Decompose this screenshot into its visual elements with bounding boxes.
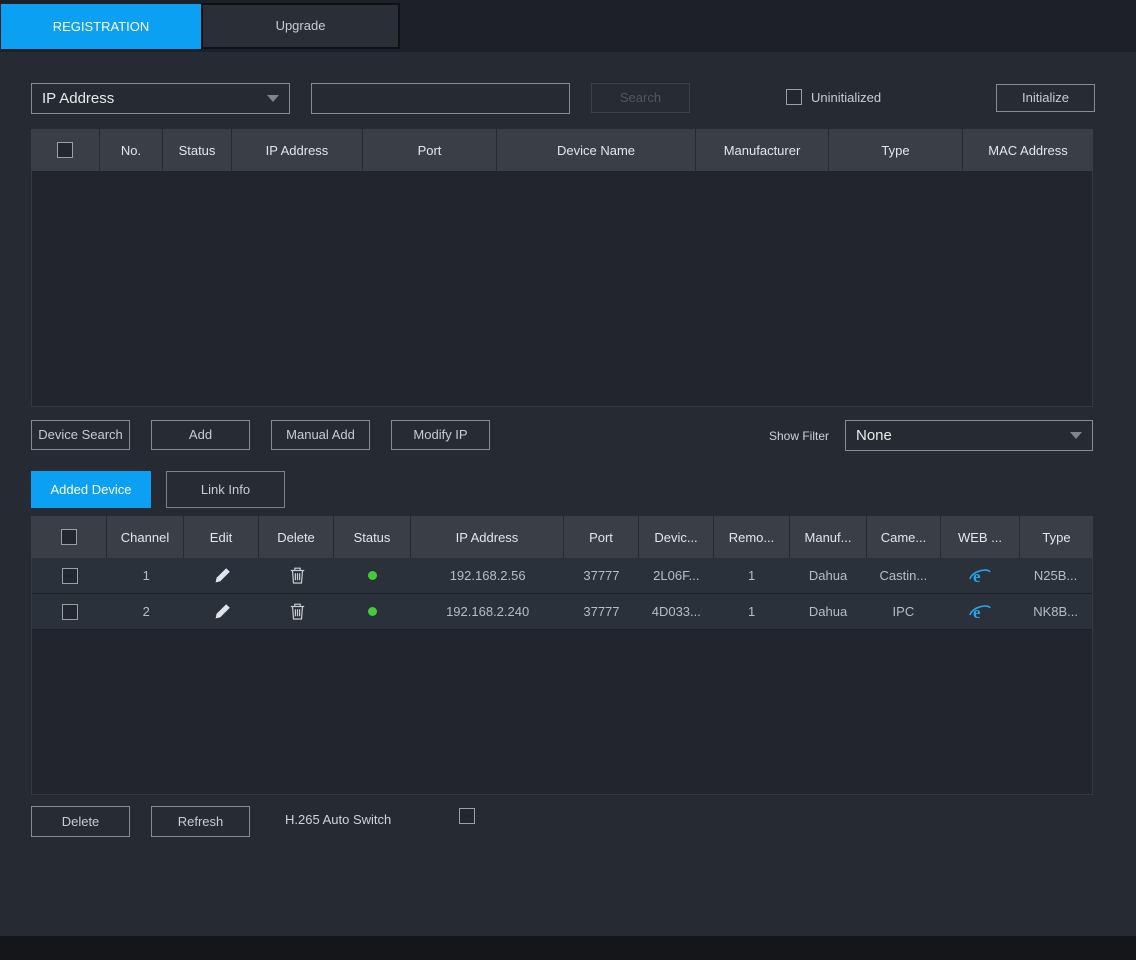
- cell-manufacturer: Dahua: [790, 604, 867, 619]
- col-type2: Type: [1020, 516, 1093, 558]
- search-type-value: IP Address: [42, 90, 114, 107]
- svg-text:e: e: [973, 567, 981, 586]
- device-table-body-empty: [31, 171, 1093, 407]
- trash-icon: [290, 567, 305, 584]
- tab-link-info[interactable]: Link Info: [166, 471, 285, 508]
- table-row: 1 192.168.2.56 37777 2L06F... 1 Dahua Ca…: [32, 558, 1092, 594]
- col-ip-address: IP Address: [232, 129, 363, 171]
- cell-port: 37777: [564, 568, 639, 583]
- tab-added-device[interactable]: Added Device: [31, 471, 151, 508]
- bottom-edge-strip: [0, 936, 1136, 960]
- uninitialized-checkbox[interactable]: [786, 89, 802, 105]
- device-table-header: No. Status IP Address Port Device Name M…: [31, 129, 1093, 171]
- cell-type: N25B...: [1019, 568, 1092, 583]
- col-channel: Channel: [107, 516, 184, 558]
- cell-channel: 1: [108, 568, 185, 583]
- col-device-name: Device Name: [497, 129, 696, 171]
- trash-icon: [290, 603, 305, 620]
- web-browser-button[interactable]: e: [940, 602, 1019, 622]
- cell-device-name: 2L06F...: [639, 568, 714, 583]
- cell-status: [334, 607, 411, 616]
- search-button[interactable]: Search: [591, 83, 690, 113]
- row-checkbox[interactable]: [62, 568, 78, 584]
- cell-ip: 192.168.2.56: [411, 568, 564, 583]
- show-filter-value: None: [856, 427, 892, 444]
- ie-browser-icon: e: [969, 602, 991, 622]
- chevron-down-icon: [1070, 432, 1082, 439]
- device-search-button[interactable]: Device Search: [31, 420, 130, 450]
- delete-button[interactable]: Delete: [31, 806, 130, 837]
- col-device: Devic...: [639, 516, 714, 558]
- initialize-button[interactable]: Initialize: [996, 84, 1095, 112]
- registration-screen: REGISTRATION Upgrade IP Address Search U…: [0, 0, 1136, 960]
- col-camera: Came...: [867, 516, 941, 558]
- select-all-devices-checkbox[interactable]: [57, 142, 73, 158]
- cell-ip: 192.168.2.240: [411, 604, 564, 619]
- svg-text:e: e: [973, 603, 981, 622]
- top-tab-bar: REGISTRATION Upgrade: [0, 0, 1136, 52]
- col-manuf: Manuf...: [790, 516, 867, 558]
- col-type: Type: [829, 129, 963, 171]
- col-delete: Delete: [259, 516, 334, 558]
- col-edit: Edit: [184, 516, 259, 558]
- added-table-header: Channel Edit Delete Status IP Address Po…: [31, 516, 1093, 558]
- tab-registration[interactable]: REGISTRATION: [1, 4, 201, 49]
- refresh-button[interactable]: Refresh: [151, 806, 250, 837]
- h265-auto-switch-label: H.265 Auto Switch: [285, 812, 391, 827]
- col-web: WEB ...: [941, 516, 1020, 558]
- edit-button[interactable]: [185, 567, 260, 584]
- added-table-body: 1 192.168.2.56 37777 2L06F... 1 Dahua Ca…: [31, 558, 1093, 795]
- uninitialized-option: Uninitialized: [786, 89, 881, 105]
- h265-auto-switch-checkbox[interactable]: [459, 808, 475, 824]
- device-table-header-checkbox-cell: [31, 129, 100, 171]
- col-remote: Remo...: [714, 516, 790, 558]
- cell-remote: 1: [714, 568, 790, 583]
- col-port2: Port: [564, 516, 639, 558]
- cell-channel: 2: [108, 604, 185, 619]
- show-filter-label: Show Filter: [769, 429, 829, 443]
- online-status-icon: [368, 607, 377, 616]
- col-no: No.: [100, 129, 163, 171]
- web-browser-button[interactable]: e: [940, 566, 1019, 586]
- cell-remote: 1: [714, 604, 790, 619]
- tab-upgrade[interactable]: Upgrade: [201, 3, 400, 49]
- row-checkbox[interactable]: [62, 604, 78, 620]
- cell-manufacturer: Dahua: [790, 568, 867, 583]
- cell-type: NK8B...: [1019, 604, 1092, 619]
- cell-device-name: 4D033...: [639, 604, 714, 619]
- table-row: 2 192.168.2.240 37777 4D033... 1 Dahua I…: [32, 594, 1092, 630]
- col-port: Port: [363, 129, 497, 171]
- delete-row-button[interactable]: [260, 567, 335, 584]
- col-ip-address2: IP Address: [411, 516, 564, 558]
- search-type-dropdown[interactable]: IP Address: [31, 83, 290, 114]
- col-mac-address: MAC Address: [963, 129, 1093, 171]
- added-header-checkbox-cell: [31, 516, 107, 558]
- show-filter-dropdown[interactable]: None: [845, 420, 1093, 451]
- manual-add-button[interactable]: Manual Add: [271, 420, 370, 450]
- col-manufacturer: Manufacturer: [696, 129, 829, 171]
- add-button[interactable]: Add: [151, 420, 250, 450]
- cell-camera: Castin...: [866, 568, 940, 583]
- online-status-icon: [368, 571, 377, 580]
- edit-button[interactable]: [185, 603, 260, 620]
- device-search-table: No. Status IP Address Port Device Name M…: [31, 129, 1093, 407]
- search-input[interactable]: [311, 83, 570, 114]
- cell-port: 37777: [564, 604, 639, 619]
- chevron-down-icon: [267, 95, 279, 102]
- pencil-icon: [214, 567, 231, 584]
- delete-row-button[interactable]: [260, 603, 335, 620]
- added-device-table: Channel Edit Delete Status IP Address Po…: [31, 516, 1093, 795]
- col-status2: Status: [334, 516, 411, 558]
- uninitialized-label: Uninitialized: [811, 90, 881, 105]
- modify-ip-button[interactable]: Modify IP: [391, 420, 490, 450]
- cell-camera: IPC: [866, 604, 940, 619]
- cell-status: [334, 571, 411, 580]
- pencil-icon: [214, 603, 231, 620]
- ie-browser-icon: e: [969, 566, 991, 586]
- col-status: Status: [163, 129, 232, 171]
- select-all-added-checkbox[interactable]: [61, 529, 77, 545]
